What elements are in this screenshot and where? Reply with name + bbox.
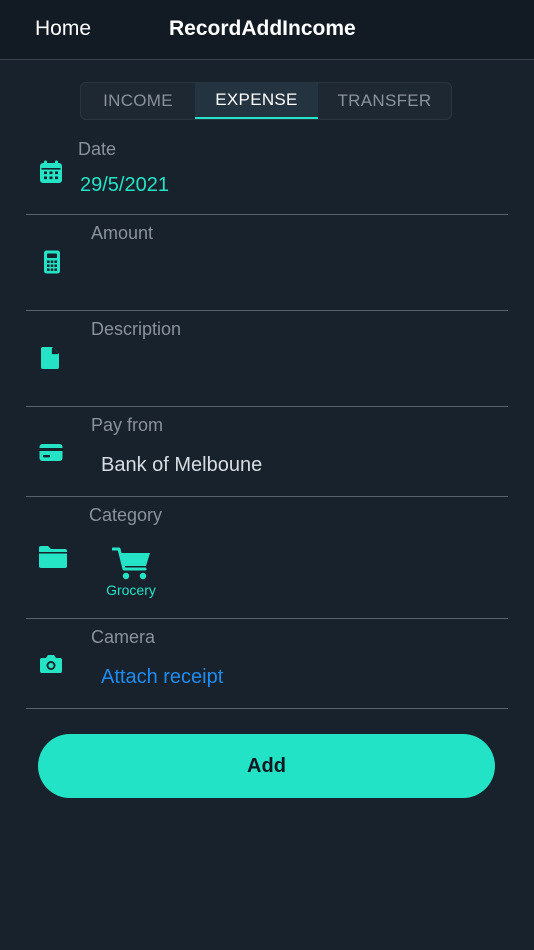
camera-label: Camera bbox=[91, 627, 156, 647]
date-label: Date bbox=[78, 139, 117, 159]
category-chip-label: Grocery bbox=[106, 582, 156, 598]
category-chip-grocery[interactable]: Grocery bbox=[98, 546, 164, 602]
camera-row[interactable]: Camera Attach receipt bbox=[26, 618, 508, 709]
credit-card-icon bbox=[39, 444, 63, 461]
pay-from-label: Pay from bbox=[91, 415, 164, 435]
description-row[interactable]: Description bbox=[26, 310, 508, 407]
amount-label: Amount bbox=[91, 223, 154, 243]
document-icon bbox=[41, 347, 59, 369]
calculator-icon bbox=[44, 250, 60, 274]
date-row[interactable]: Date 29/5/2021 bbox=[26, 132, 508, 215]
calendar-icon bbox=[40, 160, 62, 183]
tab-transfer[interactable]: TRANSFER bbox=[318, 83, 451, 119]
pay-from-value[interactable]: Bank of Melboune bbox=[101, 454, 262, 477]
date-value[interactable]: 29/5/2021 bbox=[80, 174, 169, 197]
description-label: Description bbox=[91, 319, 182, 339]
attach-receipt-button[interactable]: Attach receipt bbox=[101, 666, 223, 689]
camera-icon bbox=[40, 655, 62, 673]
add-button[interactable]: Add bbox=[38, 734, 495, 798]
folder-icon bbox=[39, 546, 67, 568]
transaction-type-segmented-control: INCOME EXPENSE TRANSFER bbox=[80, 82, 452, 120]
category-row[interactable]: Category Grocery bbox=[26, 496, 508, 619]
back-button[interactable]: Home bbox=[35, 17, 91, 41]
shopping-cart-icon bbox=[112, 547, 150, 580]
tab-expense[interactable]: EXPENSE bbox=[195, 83, 318, 119]
pay-from-row[interactable]: Pay from Bank of Melboune bbox=[26, 406, 508, 497]
navigation-bar: Home RecordAddIncome bbox=[0, 0, 534, 60]
tab-income[interactable]: INCOME bbox=[81, 83, 195, 119]
category-label: Category bbox=[89, 505, 163, 525]
page-title: RecordAddIncome bbox=[169, 17, 356, 40]
amount-row[interactable]: Amount bbox=[26, 214, 508, 311]
